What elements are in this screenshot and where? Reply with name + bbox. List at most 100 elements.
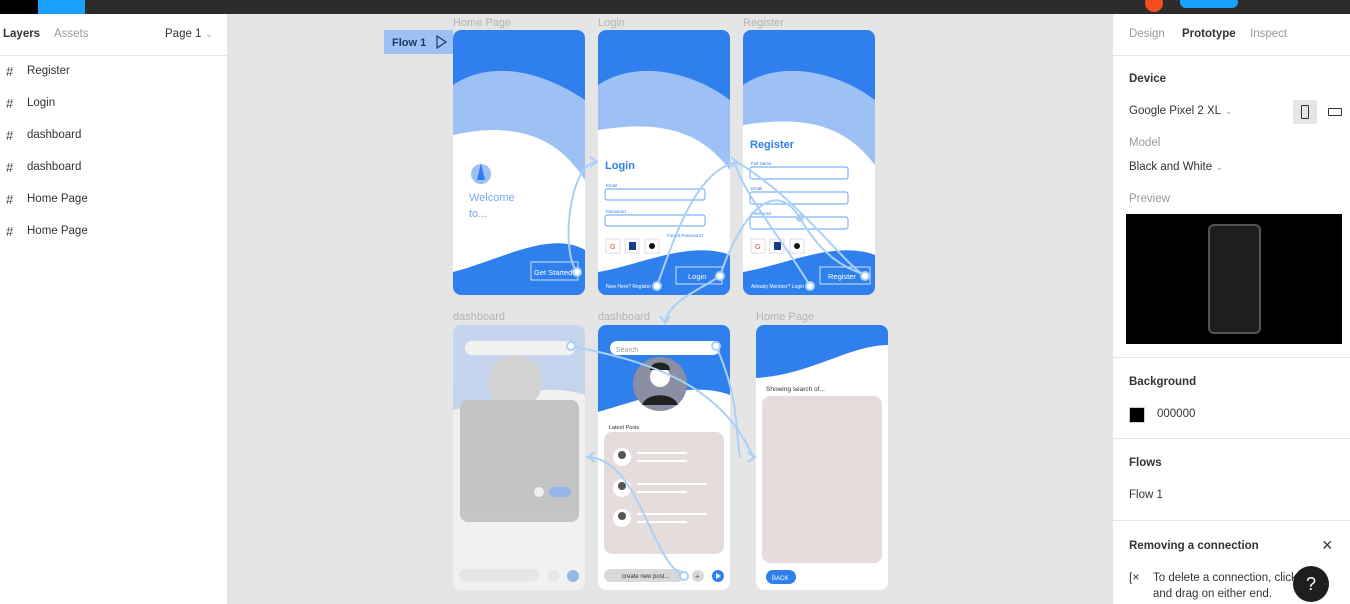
frame-label[interactable]: Home Page [756, 311, 814, 323]
close-icon[interactable]: × [1322, 535, 1333, 556]
chevron-down-icon: ⌄ [205, 30, 213, 39]
chevron-down-icon: ⌄ [1225, 107, 1232, 116]
email-label: Email [606, 183, 617, 188]
reg-email-label: Email [751, 186, 762, 191]
layer-item-login[interactable]: # Login [0, 88, 227, 120]
dash-search-placeholder: Search [616, 347, 638, 354]
svg-text:G: G [610, 244, 615, 251]
register-title: Register [750, 139, 795, 151]
svg-text:G: G [755, 244, 760, 251]
background-swatch[interactable] [1129, 407, 1145, 423]
page-selector[interactable]: Page 1 ⌄ [165, 28, 212, 40]
frame-home-page[interactable]: Welcome to... Get Started [453, 30, 585, 295]
frame-label[interactable]: Register [743, 17, 784, 29]
back-button-label: BACK [772, 576, 788, 582]
frame-icon: # [6, 160, 14, 175]
background-title: Background [1129, 376, 1197, 388]
layer-label: Register [27, 65, 70, 77]
layer-item-register[interactable]: # Register [0, 56, 227, 88]
top-toolbar [0, 0, 1350, 14]
register-link[interactable]: New Here? Register [606, 284, 651, 290]
layer-item-home-page[interactable]: # Home Page [0, 216, 227, 248]
layer-item-dashboard[interactable]: # dashboard [0, 152, 227, 184]
phone-icon [1208, 224, 1261, 334]
layer-label: dashboard [27, 161, 82, 173]
results-card [762, 396, 882, 563]
model-select[interactable]: Black and White ⌄ [1129, 161, 1223, 173]
design-canvas[interactable]: Flow 1 Home Page Login Register dashboar… [229, 14, 1112, 604]
email-field[interactable] [604, 188, 706, 201]
device-title: Device [1129, 73, 1167, 85]
page-selector-label: Page 1 [165, 28, 202, 40]
frame-icon: # [6, 128, 14, 143]
create-post-placeholder: create new post... [622, 574, 670, 580]
background-section: Background 000000 [1113, 358, 1350, 439]
layer-item-home-page[interactable]: # Home Page [0, 184, 227, 216]
frame-login[interactable]: Login Email Password Forgot Password? G … [598, 30, 730, 295]
landscape-orientation-button[interactable] [1323, 100, 1347, 124]
model-label: Model [1129, 137, 1161, 149]
showing-search-text: Showing search of... [766, 386, 825, 393]
frame-icon: # [6, 96, 14, 111]
landscape-icon [1328, 108, 1342, 116]
help-button[interactable]: ? [1293, 566, 1329, 602]
layer-label: dashboard [27, 129, 82, 141]
move-tool-button[interactable] [38, 0, 85, 14]
flow-label-text: Flow 1 [392, 37, 426, 49]
latest-posts-label: Latest Posts [609, 425, 640, 431]
tab-inspect[interactable]: Inspect [1250, 28, 1287, 40]
tab-assets[interactable]: Assets [54, 28, 89, 40]
tip-title: Removing a connection [1129, 540, 1259, 552]
device-select[interactable]: Google Pixel 2 XL ⌄ [1129, 105, 1232, 117]
chevron-down-icon: ⌄ [1216, 163, 1223, 172]
register-button-label: Register [828, 272, 856, 281]
frame-icon: # [6, 224, 14, 239]
frame-icon: # [6, 64, 14, 79]
device-preview [1126, 214, 1342, 344]
share-button[interactable] [1180, 0, 1238, 8]
frame-register[interactable]: Register Full Name Email Password G Regi… [743, 30, 875, 295]
layer-item-dashboard[interactable]: # dashboard [0, 120, 227, 152]
tab-layers[interactable]: Layers [3, 28, 40, 40]
fullname-field[interactable] [749, 166, 849, 180]
frame-label[interactable]: Login [598, 17, 625, 29]
main-menu-button[interactable] [0, 0, 38, 14]
prototype-artboards: Flow 1 Home Page Login Register dashboar… [384, 17, 888, 590]
tab-design[interactable]: Design [1129, 28, 1165, 40]
fullname-label: Full Name [751, 161, 772, 166]
portrait-orientation-button[interactable] [1293, 100, 1317, 124]
forgot-password-link[interactable]: Forgot Password? [667, 233, 704, 238]
frame-dashboard[interactable]: Search Latest Posts create new post... + [598, 325, 730, 590]
background-hex[interactable]: 000000 [1157, 408, 1195, 420]
flow-start-label[interactable]: Flow 1 [384, 30, 453, 54]
left-panel-tabs: Layers Assets Page 1 ⌄ [0, 14, 227, 56]
reg-email-field[interactable] [749, 191, 849, 205]
tip-text-line-1: To delete a connection, click [1153, 572, 1297, 584]
properties-panel: Design Prototype Inspect Device Google P… [1112, 14, 1350, 604]
svg-text:+: + [695, 572, 700, 581]
flows-section: Flows Flow 1 [1113, 439, 1350, 521]
password-field[interactable] [604, 214, 706, 227]
flow-item[interactable]: Flow 1 [1129, 489, 1163, 501]
welcome-text: Welcome [469, 192, 515, 204]
frame-label[interactable]: Home Page [453, 17, 511, 29]
portrait-icon [1301, 105, 1309, 119]
frame-dashboard-faded[interactable] [453, 325, 585, 590]
frame-label[interactable]: dashboard [598, 311, 650, 323]
layer-label: Home Page [27, 225, 88, 237]
login-link[interactable]: Already Member? Login [751, 284, 804, 290]
login-button-label: Login [688, 272, 706, 281]
model-select-value: Black and White [1129, 161, 1213, 173]
password-label: Password [606, 209, 626, 214]
layer-label: Login [27, 97, 56, 109]
welcome-to-text: to... [469, 208, 487, 220]
preview-label: Preview [1129, 193, 1170, 205]
frame-home-page-results[interactable]: Showing search of... BACK [756, 325, 888, 590]
frame-icon: # [6, 192, 14, 207]
search-input[interactable] [465, 341, 575, 355]
frame-label[interactable]: dashboard [453, 311, 505, 323]
tab-prototype[interactable]: Prototype [1182, 28, 1236, 40]
user-avatar[interactable] [1145, 0, 1163, 12]
flows-title: Flows [1129, 457, 1162, 469]
device-select-value: Google Pixel 2 XL [1129, 105, 1222, 117]
